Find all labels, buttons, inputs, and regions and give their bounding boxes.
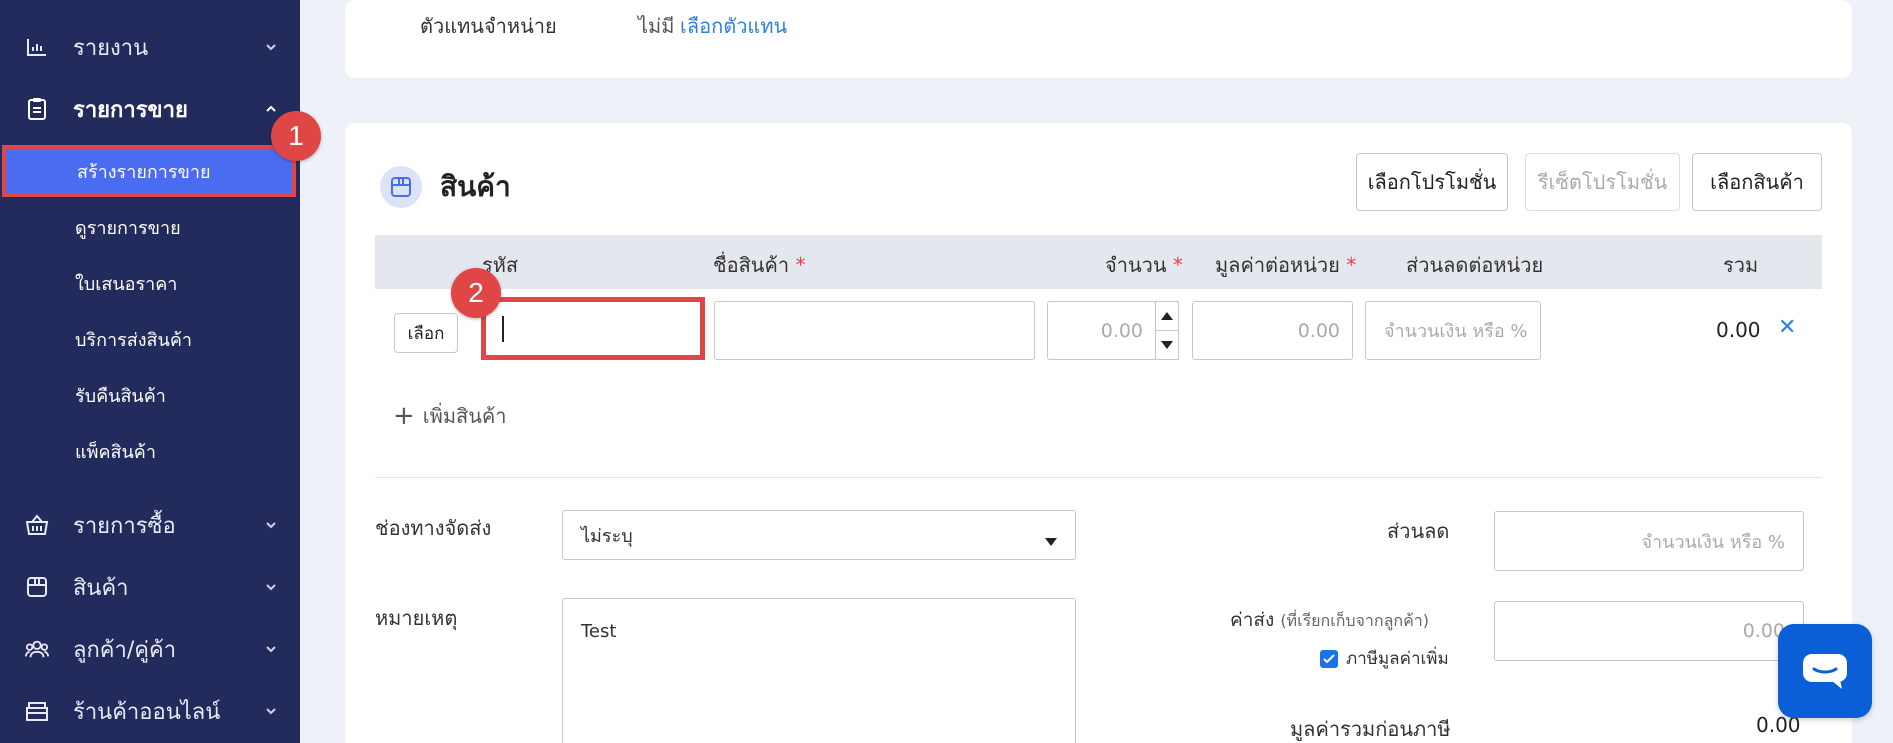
row-select-button[interactable]: เลือก (394, 313, 458, 353)
store-icon (25, 699, 49, 723)
sidebar-subitem-label: แพ็คสินค้า (75, 441, 156, 463)
users-icon (25, 637, 49, 661)
sidebar-subitem-label: บริการส่งสินค้า (75, 329, 192, 351)
sidebar-item-label: รายงาน (73, 35, 149, 61)
agent-card: ตัวแทนจำหน่าย ไม่มี เลือกตัวแทน (345, 0, 1852, 78)
plus-icon: + (393, 401, 415, 431)
row-total: 0.00 (1716, 318, 1761, 342)
chat-bubble-icon (1803, 654, 1847, 689)
step-badge-1: 1 (271, 111, 321, 161)
box-icon (380, 166, 422, 208)
sidebar-subitem-quotation[interactable]: ใบเสนอราคา (0, 257, 300, 309)
shipping-channel-select[interactable]: ไม่ระบุ (562, 510, 1076, 560)
sidebar-item-label: ลูกค้า/คู่ค้า (73, 637, 177, 663)
text-cursor (502, 315, 504, 342)
chevron-down-icon (264, 39, 278, 58)
sidebar-subitem-create-sale[interactable]: สร้างรายการขาย (2, 145, 296, 197)
product-table-header (375, 235, 1822, 289)
reset-promotion-button[interactable]: รีเซ็ตโปรโมชั่น (1525, 153, 1680, 211)
checkbox-checked-icon[interactable] (1320, 649, 1338, 668)
sidebar-subitem-label: ดูรายการขาย (75, 217, 181, 239)
sidebar-subitem-packing[interactable]: แพ็คสินค้า (0, 425, 300, 477)
shipping-channel-value: ไม่ระบุ (581, 525, 633, 547)
chevron-down-icon (264, 703, 278, 722)
shipping-channel-label: ช่องทางจัดส่ง (375, 516, 492, 540)
shipping-fee-label: ค่าส่ง (ที่เรียกเก็บจากลูกค้า) (1230, 609, 1430, 631)
sidebar-subitem-returns[interactable]: รับคืนสินค้า (0, 369, 300, 421)
sidebar-subitem-label: ใบเสนอราคา (75, 273, 178, 295)
column-unit-price: มูลค่าต่อหน่วย * (1215, 253, 1357, 277)
remove-row-icon[interactable]: ✕ (1778, 315, 1796, 340)
column-qty: จำนวน * (1105, 253, 1183, 277)
note-value: Test (581, 621, 617, 642)
sidebar-item-purchases[interactable]: รายการซื้อ (0, 495, 300, 555)
note-label: หมายเหตุ (375, 606, 458, 630)
divider (375, 477, 1822, 478)
sidebar-subitem-view-sales[interactable]: ดูรายการขาย (0, 201, 300, 253)
discount-label: ส่วนลด (1387, 519, 1450, 543)
box-icon (25, 575, 49, 599)
select-promotion-button[interactable]: เลือกโปรโมชั่น (1356, 153, 1508, 211)
shipping-fee-input[interactable]: 0.00 (1494, 601, 1804, 661)
column-discount: ส่วนลดต่อหน่วย (1406, 253, 1544, 277)
caret-up-icon[interactable] (1156, 302, 1178, 331)
agent-value: ไม่มี (638, 14, 675, 38)
caret-down-icon[interactable] (1156, 331, 1178, 359)
vat-checkbox-row[interactable]: ภาษีมูลค่าเพิ่ม (1320, 645, 1449, 672)
unit-discount-input[interactable]: จำนวนเงิน หรือ % (1365, 301, 1541, 360)
basket-icon (25, 513, 49, 537)
sidebar: รายงาน รายการขาย สร้างรายการขาย ดูรายการ… (0, 0, 300, 743)
discount-input[interactable]: จำนวนเงิน หรือ % (1494, 511, 1804, 571)
sidebar-item-label: สินค้า (73, 575, 129, 601)
sidebar-item-online-store[interactable]: ร้านค้าออนไลน์ (0, 681, 300, 741)
sidebar-item-label: รายการขาย (73, 97, 188, 123)
chevron-down-icon (264, 517, 278, 536)
chevron-down-icon (264, 641, 278, 660)
chat-button[interactable] (1778, 624, 1872, 718)
sidebar-subitem-label: สร้างรายการขาย (77, 161, 211, 183)
product-name-input[interactable] (714, 301, 1035, 360)
products-title: สินค้า (440, 170, 511, 203)
dropdown-arrow-icon (1045, 530, 1057, 551)
sidebar-item-label: รายการซื้อ (73, 513, 176, 539)
sidebar-item-sales[interactable]: รายการขาย (0, 79, 300, 139)
bar-chart-icon (25, 35, 49, 59)
sidebar-subitem-delivery[interactable]: บริการส่งสินค้า (0, 313, 300, 365)
select-product-button[interactable]: เลือกสินค้า (1692, 153, 1822, 211)
unit-price-input[interactable]: 0.00 (1192, 301, 1353, 360)
sidebar-item-contacts[interactable]: ลูกค้า/คู่ค้า (0, 619, 300, 679)
subtotal-label: มูลค่ารวมก่อนภาษี (1290, 717, 1451, 741)
chevron-down-icon (264, 579, 278, 598)
column-total: รวม (1723, 253, 1759, 277)
sidebar-item-products[interactable]: สินค้า (0, 557, 300, 617)
product-code-input[interactable] (481, 297, 705, 360)
column-name: ชื่อสินค้า * (713, 253, 806, 277)
sidebar-item-label: ร้านค้าออนไลน์ (73, 699, 221, 725)
quantity-stepper[interactable] (1155, 301, 1179, 360)
agent-label: ตัวแทนจำหน่าย (420, 14, 557, 38)
vat-label: ภาษีมูลค่าเพิ่ม (1346, 649, 1449, 669)
sidebar-subitem-label: รับคืนสินค้า (75, 385, 166, 407)
add-product-label: เพิ่มสินค้า (422, 404, 507, 428)
clipboard-icon (25, 97, 49, 121)
select-agent-link[interactable]: เลือกตัวแทน (680, 10, 787, 42)
quantity-input[interactable]: 0.00 (1047, 301, 1156, 360)
step-badge-2: 2 (451, 268, 501, 318)
chevron-up-icon (264, 101, 278, 120)
note-textarea[interactable]: Test (562, 598, 1076, 743)
sidebar-item-reports[interactable]: รายงาน (0, 17, 300, 77)
add-product-link[interactable]: + เพิ่มสินค้า (393, 400, 507, 432)
